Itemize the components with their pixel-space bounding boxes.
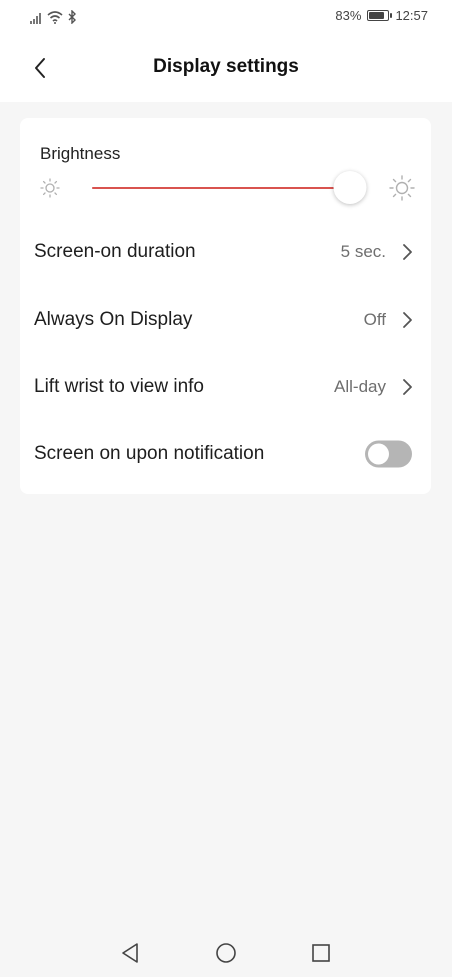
nav-home-button[interactable]	[214, 941, 238, 965]
brightness-slider-fill	[92, 187, 351, 189]
header: Display settings	[0, 36, 452, 102]
chevron-right-icon	[403, 244, 412, 260]
lift-wrist-value: All-day	[334, 377, 386, 396]
always-on-display-label: Always On Display	[34, 309, 193, 330]
status-time: 12:57	[395, 8, 428, 23]
nav-home-icon	[216, 943, 236, 963]
lift-wrist-label: Lift wrist to view info	[34, 376, 204, 397]
brightness-slider[interactable]	[92, 171, 367, 204]
always-on-display-row[interactable]: Always On Display Off	[20, 290, 431, 350]
status-bar: 83% 12:57	[0, 0, 452, 36]
battery-fill	[369, 12, 385, 19]
screen-on-notification-label: Screen on upon notification	[34, 443, 265, 464]
always-on-display-value: Off	[363, 310, 386, 329]
battery-icon	[367, 10, 393, 21]
nav-recents-button[interactable]	[309, 941, 333, 965]
screen-on-notification-toggle[interactable]	[365, 440, 412, 468]
nav-recents-icon	[312, 944, 330, 962]
wifi-icon	[47, 10, 63, 29]
bluetooth-icon	[67, 9, 77, 29]
signal-icon	[30, 11, 43, 29]
battery-percent: 83%	[335, 8, 362, 23]
settings-card: Brightness Screen-on duration 5 sec. Alw…	[20, 118, 431, 494]
status-left	[30, 9, 77, 29]
navigation-bar	[0, 927, 452, 977]
screen-on-duration-label: Screen-on duration	[34, 241, 196, 262]
chevron-right-icon	[403, 312, 412, 328]
status-right: 83% 12:57	[335, 8, 428, 23]
toggle-knob	[368, 443, 389, 465]
nav-back-icon	[122, 943, 138, 963]
brightness-label: Brightness	[40, 144, 121, 163]
screen-on-notification-row: Screen on upon notification	[20, 424, 431, 484]
page-title: Display settings	[153, 56, 299, 77]
screen-on-duration-row[interactable]: Screen-on duration 5 sec.	[20, 222, 431, 282]
brightness-slider-thumb[interactable]	[333, 171, 367, 204]
chevron-right-icon	[403, 379, 412, 395]
screen-on-duration-value: 5 sec.	[340, 242, 386, 261]
brightness-slider-row	[20, 168, 431, 208]
brightness-high-icon	[388, 174, 416, 207]
lift-wrist-row[interactable]: Lift wrist to view info All-day	[20, 357, 431, 417]
brightness-low-icon	[38, 176, 62, 205]
nav-back-button[interactable]	[118, 941, 142, 965]
